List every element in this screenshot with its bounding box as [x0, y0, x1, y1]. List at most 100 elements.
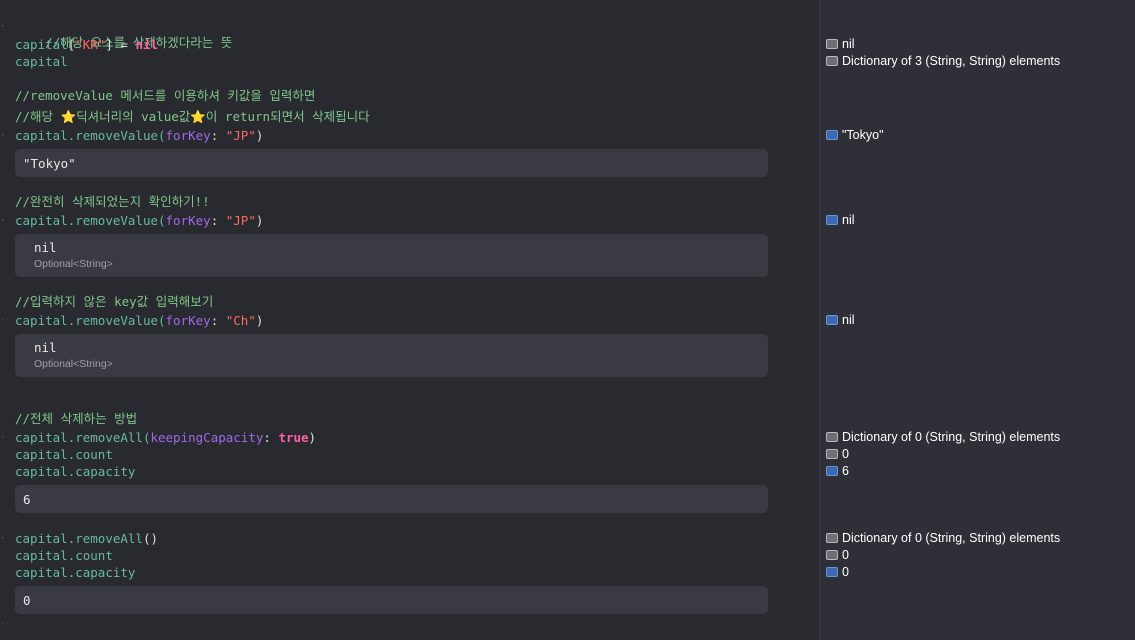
code-line[interactable]: capital.capacity	[15, 463, 135, 480]
sidebar-result[interactable]: Dictionary of 0 (String, String) element…	[826, 429, 1060, 445]
property: .count	[67, 548, 113, 563]
code-line[interactable]: capital["KR"] = nil	[15, 36, 158, 53]
parameter-label: forKey	[165, 313, 211, 328]
code-line[interactable]: //입력하지 않은 key값 입력해보기	[15, 293, 213, 310]
quick-look-icon[interactable]	[826, 549, 838, 560]
sidebar-result-text: Dictionary of 3 (String, String) element…	[842, 54, 1061, 68]
code-line[interactable]: capital.removeValue(forKey: "Ch")	[15, 312, 263, 329]
variable: capital	[15, 548, 68, 563]
result-type: Optional<String>	[34, 358, 113, 370]
star-emoji: ⭐	[190, 109, 206, 124]
variable: capital	[15, 313, 68, 328]
gutter-mark: ·	[0, 22, 6, 32]
parameter-label: forKey	[165, 213, 211, 228]
sidebar-result-text: 0	[842, 447, 849, 461]
sidebar-result[interactable]: "Tokyo"	[826, 127, 884, 143]
punctuation: :	[210, 128, 226, 143]
punctuation: )	[255, 128, 264, 143]
result-type: Optional<String>	[34, 258, 113, 270]
sidebar-result[interactable]: 0	[826, 547, 849, 563]
punctuation: )	[255, 213, 264, 228]
variable: capital	[15, 213, 68, 228]
result-value: nil	[34, 240, 57, 255]
variable: capital	[15, 447, 68, 462]
sidebar-result-text: nil	[842, 213, 855, 227]
punctuation: :	[210, 213, 226, 228]
variable: capital	[15, 37, 68, 52]
variable: capital	[15, 464, 68, 479]
comment: //removeValue 메서드를 이용하셔 키값을 입력하면	[15, 88, 316, 103]
variable: capital	[15, 531, 68, 546]
parameter-label: keepingCapacity	[150, 430, 264, 445]
method-call: .removeValue(	[67, 128, 166, 143]
code-line[interactable]: capital.count	[15, 547, 113, 564]
code-line[interactable]: capital.count	[15, 446, 113, 463]
code-line[interactable]: //removeValue 메서드를 이용하셔 키값을 입력하면	[15, 87, 315, 104]
code-line[interactable]: capital.removeValue(forKey: "JP")	[15, 127, 263, 144]
property: .capacity	[67, 565, 136, 580]
code-line[interactable]: capital.capacity	[15, 564, 135, 581]
sidebar-result[interactable]: Dictionary of 0 (String, String) element…	[826, 530, 1060, 546]
method-call: .removeValue(	[67, 313, 166, 328]
show-result-icon[interactable]	[826, 566, 838, 577]
comment: //전체 삭제하는 방법	[15, 411, 138, 426]
punctuation: ] =	[105, 37, 136, 52]
string-literal: "KR"	[75, 37, 106, 52]
sidebar-result[interactable]: 6	[826, 463, 849, 479]
code-line[interactable]: //해당 요소를 삭제하겠다라는 뜻	[15, 17, 232, 50]
property: .capacity	[67, 464, 136, 479]
show-result-icon[interactable]	[826, 314, 838, 325]
show-result-icon[interactable]	[826, 465, 838, 476]
code-editor[interactable]: · · · · · · · //해당 요소를 삭제하겠다라는 뜻 capital…	[0, 0, 819, 640]
gutter-mark: ·	[0, 620, 6, 630]
code-line[interactable]: //해당 ⭐딕셔너리의 value값⭐이 return되면서 삭제됩니다	[15, 108, 370, 125]
code-line[interactable]: //전체 삭제하는 방법	[15, 410, 137, 427]
sidebar-result-text: nil	[842, 37, 855, 51]
string-literal: "Ch"	[225, 313, 256, 328]
sidebar-result-text: "Tokyo"	[842, 128, 884, 142]
code-line[interactable]: capital.removeAll(keepingCapacity: true)	[15, 429, 316, 446]
sidebar-result[interactable]: nil	[826, 312, 855, 328]
punctuation: :	[263, 430, 279, 445]
parameter-label: forKey	[165, 128, 211, 143]
result-value: nil	[34, 340, 57, 355]
sidebar-result-text: Dictionary of 0 (String, String) element…	[842, 430, 1061, 444]
method-call: .removeAll(	[67, 430, 151, 445]
gutter-mark: ·	[0, 316, 6, 326]
inline-result[interactable]: 6	[15, 485, 768, 513]
sidebar-result[interactable]: Dictionary of 3 (String, String) element…	[826, 53, 1060, 69]
code-line[interactable]: capital.removeAll()	[15, 530, 158, 547]
variable: capital	[15, 54, 68, 69]
inline-result[interactable]: nil Optional<String>	[15, 234, 768, 277]
gutter-mark: ·	[0, 216, 6, 226]
method-call: .removeAll	[67, 531, 143, 546]
quick-look-icon[interactable]	[826, 55, 838, 66]
inline-result[interactable]: 0	[15, 586, 768, 614]
code-line[interactable]: capital	[15, 53, 68, 70]
quick-look-icon[interactable]	[826, 532, 838, 543]
punctuation: )	[255, 313, 264, 328]
show-result-icon[interactable]	[826, 214, 838, 225]
code-line[interactable]: //완전히 삭제되었는지 확인하기!!	[15, 193, 210, 210]
sidebar-result[interactable]: nil	[826, 212, 855, 228]
comment: //완전히 삭제되었는지 확인하기!!	[15, 194, 210, 209]
quick-look-icon[interactable]	[826, 38, 838, 49]
string-literal: "JP"	[225, 213, 256, 228]
punctuation: ()	[142, 531, 159, 546]
sidebar-result[interactable]: nil	[826, 36, 855, 52]
results-sidebar: nil Dictionary of 3 (String, String) ele…	[819, 0, 1135, 640]
sidebar-result[interactable]: 0	[826, 446, 849, 462]
sidebar-result-text: 6	[842, 464, 849, 478]
show-result-icon[interactable]	[826, 129, 838, 140]
result-value: 0	[23, 593, 31, 608]
code-line[interactable]: capital.removeValue(forKey: "JP")	[15, 212, 263, 229]
property: .count	[67, 447, 113, 462]
quick-look-icon[interactable]	[826, 448, 838, 459]
sidebar-result[interactable]: 0	[826, 564, 849, 580]
gutter-mark: ·	[0, 131, 6, 141]
punctuation: )	[308, 430, 317, 445]
quick-look-icon[interactable]	[826, 431, 838, 442]
sidebar-result-text: 0	[842, 565, 849, 579]
inline-result[interactable]: "Tokyo"	[15, 149, 768, 177]
inline-result[interactable]: nil Optional<String>	[15, 334, 768, 377]
